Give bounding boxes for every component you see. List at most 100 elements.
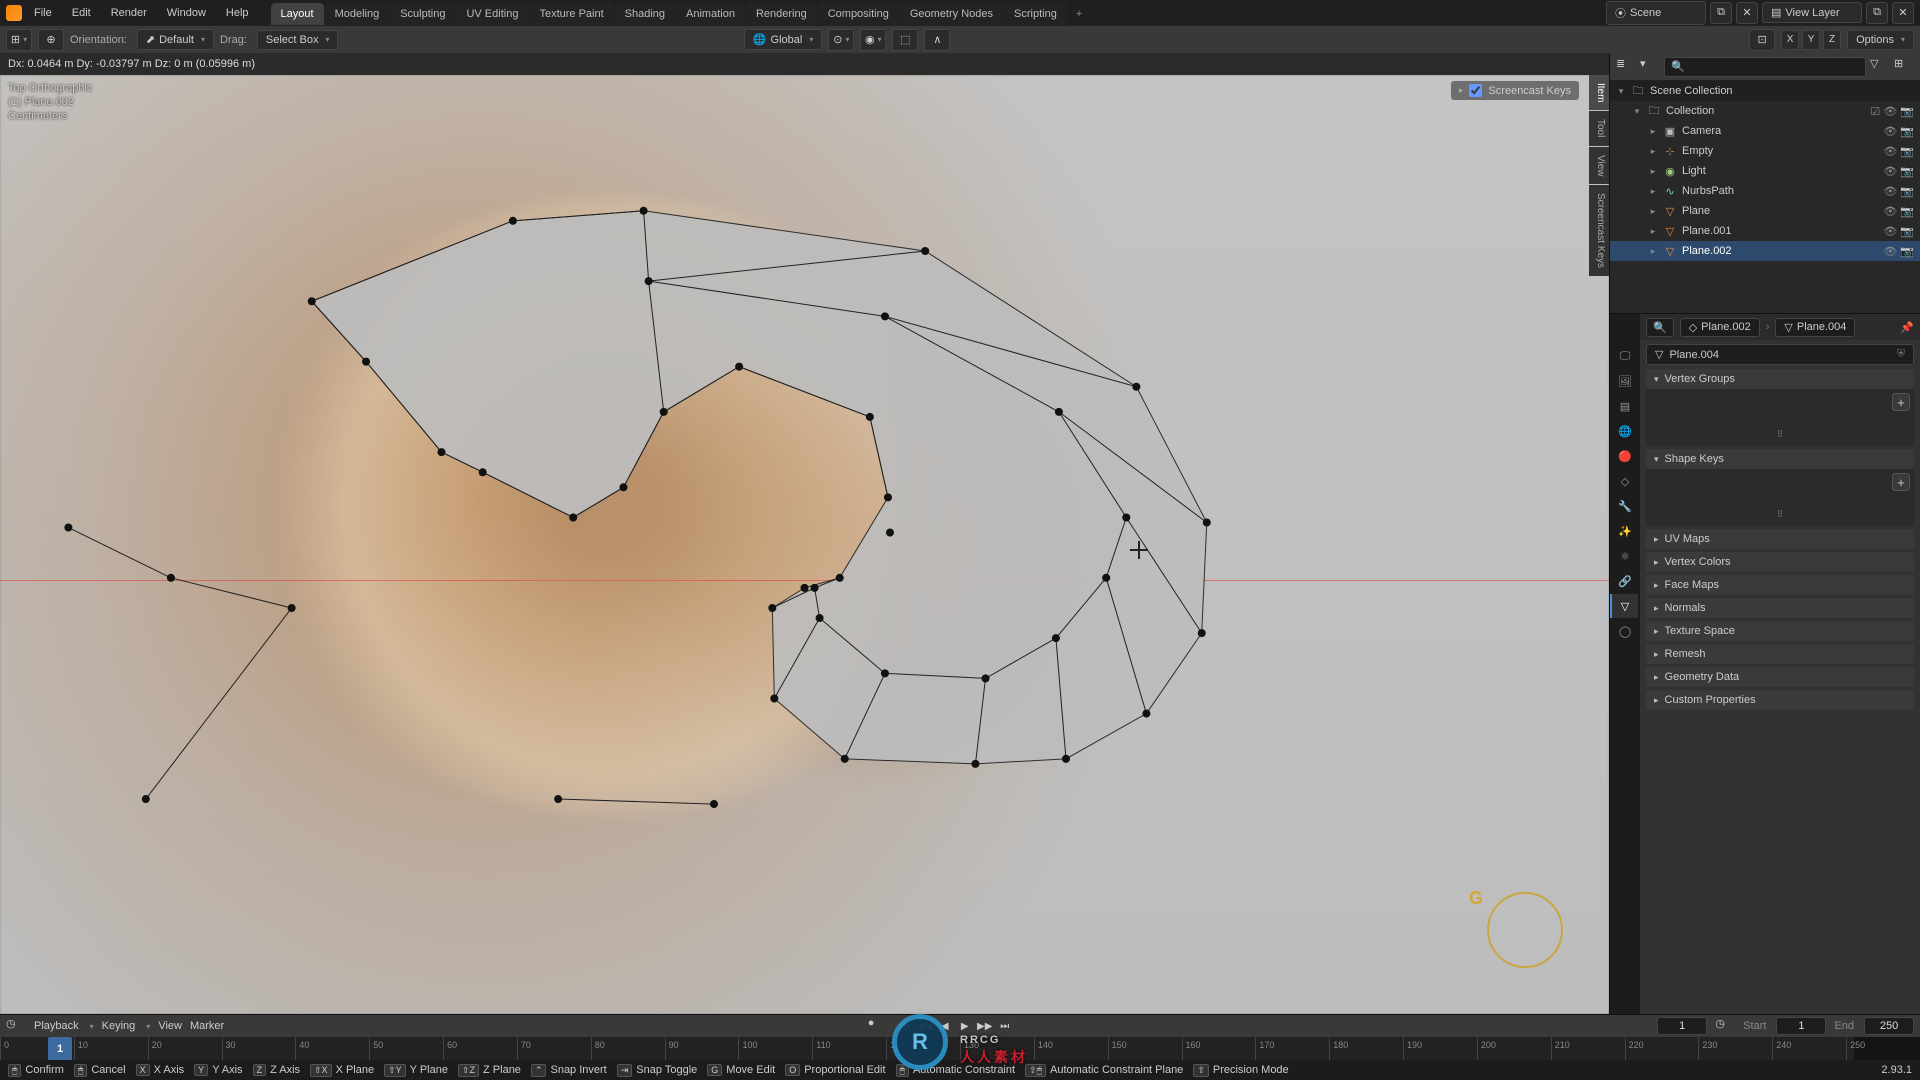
outliner[interactable]: ▾ 🗀 Scene Collection ▾ 🗀 Collection ☑ 👁 … bbox=[1610, 81, 1920, 313]
workspace-tab-modeling[interactable]: Modeling bbox=[325, 3, 390, 25]
panel-header-remesh[interactable]: ▸Remesh bbox=[1646, 644, 1914, 664]
outliner-collection[interactable]: ▾ 🗀 Collection ☑ 👁 📷 bbox=[1610, 101, 1920, 121]
drag-handle-icon[interactable]: ⠿ bbox=[1654, 429, 1906, 440]
transform-orientation-dropdown[interactable]: 🌐Global▾ bbox=[744, 29, 823, 50]
panel-header-face-maps[interactable]: ▸Face Maps bbox=[1646, 575, 1914, 595]
side-tab-tool[interactable]: Tool bbox=[1589, 111, 1609, 145]
menu-file[interactable]: File bbox=[26, 3, 60, 23]
navigation-gizmo[interactable]: G bbox=[1479, 884, 1569, 974]
viewlayer-delete-button[interactable]: ✕ bbox=[1892, 2, 1914, 24]
side-tab-item[interactable]: Item bbox=[1589, 75, 1609, 110]
outliner-scene-collection[interactable]: ▾ 🗀 Scene Collection bbox=[1610, 81, 1920, 101]
timeline-menu-keying[interactable]: Keying bbox=[102, 1020, 136, 1032]
options-dropdown[interactable]: Options▾ bbox=[1847, 30, 1914, 50]
outliner-display-mode-button[interactable]: ▾ bbox=[1640, 57, 1660, 77]
outliner-item-empty[interactable]: ▸ Empty 👁 📷 bbox=[1610, 141, 1920, 161]
outliner-item-camera[interactable]: ▸ Camera 👁 📷 bbox=[1610, 121, 1920, 141]
workspace-tab-sculpting[interactable]: Sculpting bbox=[390, 3, 455, 25]
breadcrumb-object[interactable]: ◇ Plane.002 bbox=[1680, 318, 1760, 337]
time-stamp-button[interactable]: ◷ bbox=[1715, 1017, 1735, 1035]
editor-type-button[interactable]: ⊞▾ bbox=[6, 29, 32, 51]
workspace-tab-shading[interactable]: Shading bbox=[615, 3, 675, 25]
axis-z-button[interactable]: Z bbox=[1823, 30, 1841, 50]
prop-tab-mesh[interactable]: ▽ bbox=[1610, 594, 1638, 618]
prop-tab-material[interactable]: ◯ bbox=[1610, 619, 1638, 643]
menu-render[interactable]: Render bbox=[103, 3, 155, 23]
scene-delete-button[interactable]: ✕ bbox=[1736, 2, 1758, 24]
timeline-editor-type-button[interactable]: ◷ bbox=[6, 1017, 26, 1035]
jump-end-button[interactable]: ⏭ bbox=[996, 1018, 1014, 1034]
start-frame-field[interactable]: 1 bbox=[1776, 1017, 1826, 1035]
panel-header-texture-space[interactable]: ▸Texture Space bbox=[1646, 621, 1914, 641]
next-key-button[interactable]: ▶▶ bbox=[976, 1018, 994, 1034]
prop-tab-output[interactable]: 🖼 bbox=[1610, 369, 1638, 393]
extra-button-2[interactable]: ∧ bbox=[924, 29, 950, 51]
add-shape-key-button[interactable]: + bbox=[1892, 473, 1910, 491]
outliner-editor-type-button[interactable]: ≣ bbox=[1616, 57, 1636, 77]
workspace-tab-scripting[interactable]: Scripting bbox=[1004, 3, 1067, 25]
breadcrumb-mesh[interactable]: ▽ Plane.004 bbox=[1775, 318, 1855, 337]
panel-header-normals[interactable]: ▸Normals bbox=[1646, 598, 1914, 618]
workspace-tab-geometrynodes[interactable]: Geometry Nodes bbox=[900, 3, 1003, 25]
timeline-menu-marker[interactable]: Marker bbox=[190, 1020, 224, 1032]
axis-y-button[interactable]: Y bbox=[1802, 30, 1820, 50]
outliner-filter-button[interactable]: ▽ bbox=[1870, 57, 1890, 77]
panel-header-vertex-groups[interactable]: ▾Vertex Groups bbox=[1646, 369, 1914, 389]
axis-x-button[interactable]: X bbox=[1781, 30, 1799, 50]
3d-viewport[interactable]: Top Orthographic (1) Plane.002 Centimete… bbox=[0, 75, 1609, 1014]
timeline-menu-view[interactable]: View bbox=[158, 1020, 182, 1032]
menu-edit[interactable]: Edit bbox=[64, 3, 99, 23]
prop-tab-modifier[interactable]: 🔧 bbox=[1610, 494, 1638, 518]
axis-toggle-group[interactable]: X Y Z bbox=[1781, 30, 1841, 50]
orientation-dropdown[interactable]: ⬈Default▾ bbox=[137, 29, 214, 50]
prop-tab-object[interactable]: ◇ bbox=[1610, 469, 1638, 493]
screencast-keys-overlay[interactable]: ▸ Screencast Keys bbox=[1451, 81, 1579, 100]
side-tab-view[interactable]: View bbox=[1589, 147, 1609, 185]
drag-dropdown[interactable]: Select Box▾ bbox=[257, 30, 339, 50]
panel-header-vertex-colors[interactable]: ▸Vertex Colors bbox=[1646, 552, 1914, 572]
jump-start-button[interactable]: ⏮ bbox=[896, 1018, 914, 1034]
outliner-new-collection-button[interactable]: ⊞ bbox=[1894, 57, 1914, 77]
proportional-edit-button[interactable]: ◉▾ bbox=[860, 29, 886, 51]
play-button[interactable]: ▶ bbox=[956, 1018, 974, 1034]
shield-icon[interactable]: ⛨ bbox=[1897, 348, 1905, 361]
workspace-tab-texturepaint[interactable]: Texture Paint bbox=[529, 3, 613, 25]
workspace-tab-layout[interactable]: Layout bbox=[271, 3, 324, 25]
outliner-restrict-icons[interactable]: ☑ 👁 📷 bbox=[1870, 105, 1920, 118]
outliner-item-light[interactable]: ▸ Light 👁 📷 bbox=[1610, 161, 1920, 181]
timeline-menu-playback[interactable]: Playback bbox=[34, 1020, 79, 1032]
outliner-search-input[interactable]: 🔍 bbox=[1664, 57, 1866, 77]
screencast-checkbox[interactable] bbox=[1469, 84, 1482, 97]
viewlayer-new-button[interactable]: ⧉ bbox=[1866, 2, 1888, 24]
workspace-tab-uvediting[interactable]: UV Editing bbox=[456, 3, 528, 25]
outliner-item-plane[interactable]: ▸ Plane 👁 📷 bbox=[1610, 201, 1920, 221]
viewlayer-selector[interactable]: ▤ View Layer bbox=[1762, 2, 1862, 23]
scene-new-button[interactable]: ⧉ bbox=[1710, 2, 1732, 24]
outliner-item-plane002[interactable]: ▸ Plane.002 👁 📷 bbox=[1610, 241, 1920, 261]
gizmo-toggle-button[interactable]: ⊡ bbox=[1749, 29, 1775, 51]
snap-button[interactable]: ⊙▾ bbox=[828, 29, 854, 51]
panel-header-shape-keys[interactable]: ▾Shape Keys bbox=[1646, 449, 1914, 469]
panel-header-custom-properties[interactable]: ▸Custom Properties bbox=[1646, 690, 1914, 710]
pin-icon[interactable]: 📌 bbox=[1900, 321, 1914, 334]
timeline-track[interactable]: 0 10 20 30 40 50 60 70 80 90 100 110 120… bbox=[0, 1037, 1920, 1061]
prop-tab-render[interactable]: 🖵 bbox=[1610, 344, 1638, 368]
prop-tab-world[interactable]: 🔴 bbox=[1610, 444, 1638, 468]
workspace-add-button[interactable]: + bbox=[1068, 3, 1090, 25]
pivot-button[interactable]: ⊕ bbox=[38, 29, 64, 51]
side-tab-screencast[interactable]: Screencast Keys bbox=[1589, 185, 1609, 276]
end-frame-field[interactable]: 250 bbox=[1864, 1017, 1914, 1035]
prop-tab-constraint[interactable]: 🔗 bbox=[1610, 569, 1638, 593]
add-vertex-group-button[interactable]: + bbox=[1892, 393, 1910, 411]
menu-help[interactable]: Help bbox=[218, 3, 257, 23]
play-reverse-button[interactable]: ◀ bbox=[936, 1018, 954, 1034]
search-icon[interactable]: 🔍 bbox=[1646, 318, 1674, 337]
outliner-item-nurbspath[interactable]: ▸ NurbsPath 👁 📷 bbox=[1610, 181, 1920, 201]
prop-tab-particles[interactable]: ✨ bbox=[1610, 519, 1638, 543]
playhead[interactable]: 1 bbox=[48, 1037, 72, 1061]
prop-tab-viewlayer[interactable]: ▤ bbox=[1610, 394, 1638, 418]
menu-window[interactable]: Window bbox=[159, 3, 214, 23]
mesh-name-field[interactable]: ▽ Plane.004 ⛨ bbox=[1646, 344, 1914, 365]
scene-selector[interactable]: ⦿ Scene bbox=[1606, 1, 1706, 25]
workspace-tab-rendering[interactable]: Rendering bbox=[746, 3, 817, 25]
